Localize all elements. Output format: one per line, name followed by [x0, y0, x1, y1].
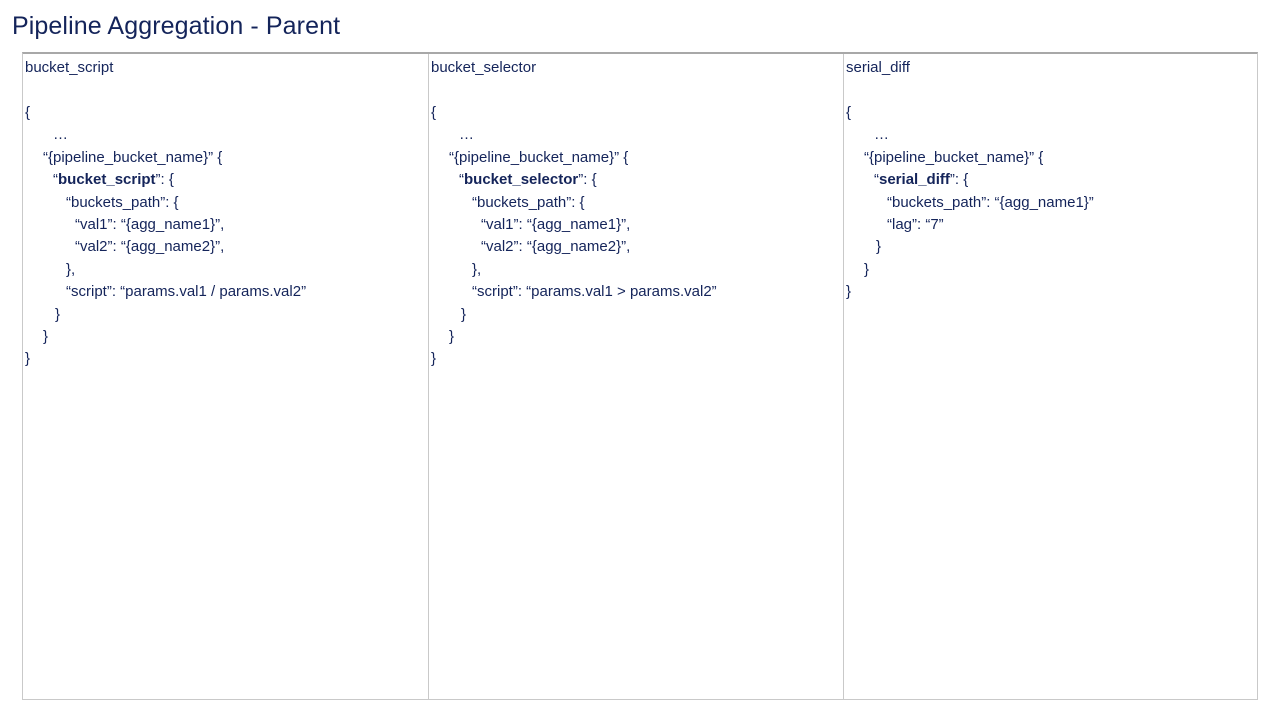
code-block: { … “{pipeline_bucket_name}” { “bucket_sele… [431, 102, 717, 371]
code-text: “script”: “params.val1 / params.val2” [66, 283, 307, 301]
code-line: { [846, 102, 1094, 124]
code-text: } [43, 327, 49, 345]
code-text: } [846, 283, 852, 301]
code-line: “buckets_path”: { [431, 192, 717, 214]
code-line: “bucket_script”: { [25, 169, 306, 191]
code-text: }, [66, 260, 76, 278]
code-line: } [846, 259, 1094, 281]
code-text: { [25, 104, 31, 121]
code-line: } [25, 326, 306, 348]
code-text: }, [472, 260, 482, 278]
code-block: { … “{pipeline_bucket_name}” { “serial_diff… [846, 102, 1094, 304]
code-text: } [25, 350, 31, 368]
code-line: } [431, 348, 717, 370]
column-header: serial_diff [846, 59, 910, 76]
code-text: ”: { [578, 171, 597, 189]
comparison-table: bucket_script { … “{pipeline_bucket_name}”… [22, 52, 1258, 700]
code-line: } [846, 236, 1094, 258]
code-line: } [846, 281, 1094, 303]
code-block: { … “{pipeline_bucket_name}” { “bucket_scri… [25, 102, 306, 371]
code-line: }, [431, 259, 717, 281]
code-text: } [55, 305, 61, 323]
column-header: bucket_selector [431, 59, 537, 76]
code-text: “{pipeline_bucket_name}” { [43, 148, 223, 166]
code-line: } [431, 326, 717, 348]
code-line: “script”: “params.val1 / params.val2” [25, 281, 306, 303]
column-bucket-selector: bucket_selector { … “{pipeline_bucket_name… [429, 54, 844, 699]
code-text: } [461, 305, 467, 323]
code-text: } [864, 260, 870, 278]
code-text: … [459, 126, 474, 144]
column-bucket-script: bucket_script { … “{pipeline_bucket_name}”… [23, 54, 429, 699]
code-text: “buckets_path”: { [66, 193, 179, 211]
code-line: “val1”: “{agg_name1}”, [431, 214, 717, 236]
code-line: “val2”: “{agg_name2}”, [25, 236, 306, 258]
code-keyword: serial_diff [879, 171, 950, 189]
code-text: } [449, 327, 455, 345]
code-line: … [846, 124, 1094, 146]
code-line: { [431, 102, 717, 124]
code-text: “{pipeline_bucket_name}” { [449, 148, 629, 166]
code-line: “buckets_path”: “{agg_name1}” [846, 192, 1094, 214]
code-keyword: bucket_selector [464, 171, 579, 189]
code-text: “script”: “params.val1 > params.val2” [472, 283, 717, 301]
code-text: “val2”: “{agg_name2}”, [75, 238, 225, 256]
code-text: “{pipeline_bucket_name}” { [864, 148, 1044, 166]
code-line: “serial_diff”: { [846, 169, 1094, 191]
code-line: “buckets_path”: { [25, 192, 306, 214]
page-title: Pipeline Aggregation - Parent [12, 12, 341, 40]
code-line: “{pipeline_bucket_name}” { [25, 147, 306, 169]
code-text: { [846, 104, 852, 121]
code-line: } [25, 304, 306, 326]
code-text: “lag”: “7” [887, 215, 944, 233]
column-header: bucket_script [25, 59, 114, 76]
code-text: … [53, 126, 68, 144]
code-line: … [25, 124, 306, 146]
code-line: “{pipeline_bucket_name}” { [431, 147, 717, 169]
code-text: ”: { [949, 171, 969, 189]
code-line: “script”: “params.val1 > params.val2” [431, 281, 717, 303]
code-line: } [431, 304, 717, 326]
code-text: … [874, 126, 889, 144]
code-text: “val1”: “{agg_name1}”, [481, 215, 631, 233]
code-text: “val1”: “{agg_name1}”, [75, 215, 225, 233]
code-line: “{pipeline_bucket_name}” { [846, 147, 1094, 169]
code-line: }, [25, 259, 306, 281]
code-line: … [431, 124, 717, 146]
code-text: “val2”: “{agg_name2}”, [481, 238, 631, 256]
code-line: { [25, 102, 306, 124]
code-keyword: bucket_script [58, 171, 156, 189]
code-text: “buckets_path”: “{agg_name1}” [887, 193, 1094, 211]
code-text: } [876, 238, 882, 256]
column-serial-diff: serial_diff { … “{pipeline_bucket_name}” {… [844, 54, 1257, 699]
code-line: “bucket_selector”: { [431, 169, 717, 191]
code-line: “lag”: “7” [846, 214, 1094, 236]
code-text: } [431, 350, 437, 368]
code-line: “val1”: “{agg_name1}”, [25, 214, 306, 236]
code-text: “buckets_path”: { [472, 193, 585, 211]
code-text: { [431, 104, 437, 121]
code-line: } [25, 348, 306, 370]
code-text: ”: { [155, 171, 174, 189]
code-line: “val2”: “{agg_name2}”, [431, 236, 717, 258]
